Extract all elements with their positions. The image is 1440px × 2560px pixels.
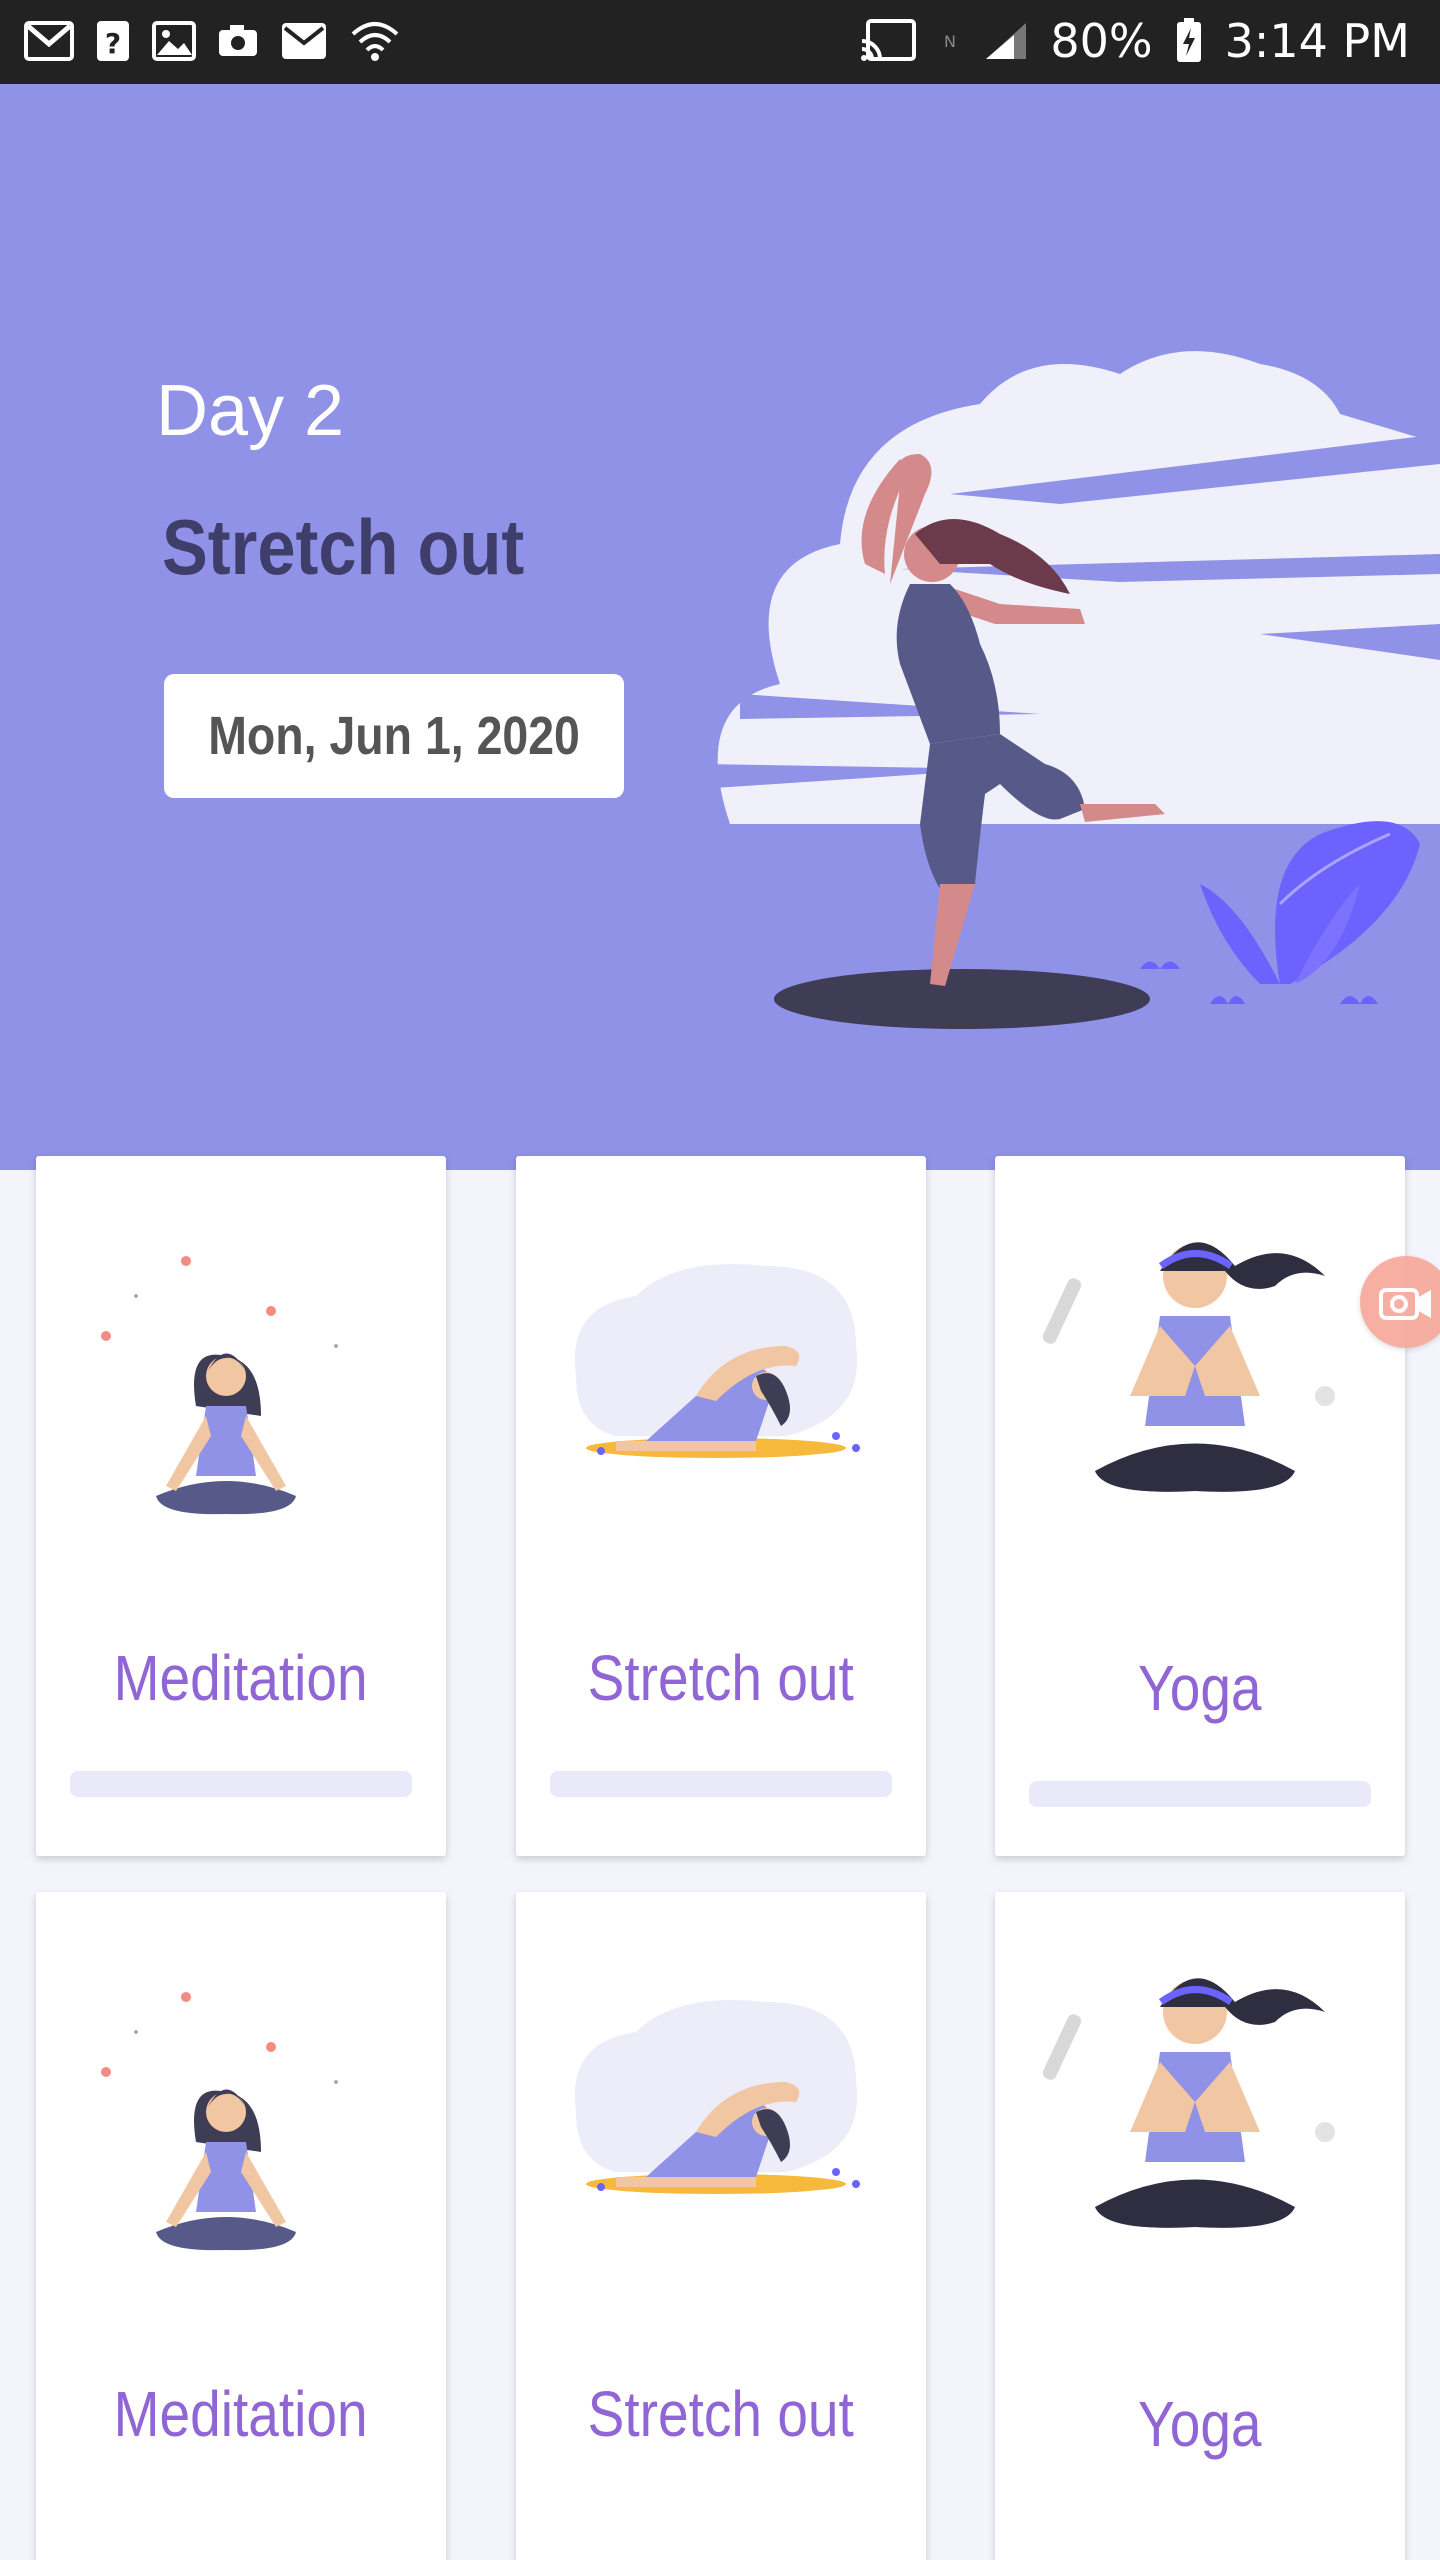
status-bar: ? N 80% 3:14 PM xyxy=(0,0,1440,84)
clock: 3:14 PM xyxy=(1224,14,1410,68)
image-icon xyxy=(152,21,196,61)
progress-bar xyxy=(70,1771,412,1797)
stretch-illustration xyxy=(574,1264,860,1458)
svg-text:?: ? xyxy=(105,27,121,60)
svg-text:N: N xyxy=(944,32,956,51)
activity-card-stretch[interactable]: Stretch out xyxy=(516,1156,926,1856)
camera-icon xyxy=(219,25,257,56)
card-title: Meditation xyxy=(114,1642,368,1714)
card-title: Stretch out xyxy=(587,1642,855,1714)
meditation-illustration xyxy=(101,1256,338,1515)
card-title: Meditation xyxy=(114,2378,368,2450)
screen-record-camera-icon xyxy=(1379,1288,1431,1320)
battery-percent: 80% xyxy=(1050,14,1153,68)
mail-icon xyxy=(282,23,326,59)
yoga-illustration xyxy=(1042,1242,1335,1492)
dancing-woman-illustration xyxy=(700,351,1440,1029)
gmail-icon xyxy=(24,21,74,61)
activity-card-yoga[interactable]: Yoga xyxy=(995,1156,1405,1856)
day-label: Day 2 xyxy=(156,371,345,451)
activity-card-meditation[interactable]: Meditation xyxy=(36,1892,446,2560)
activity-card-meditation[interactable]: Meditation xyxy=(36,1156,446,1856)
card-title: Yoga xyxy=(1138,2388,1262,2460)
wifi-icon xyxy=(351,22,399,61)
card-title: Stretch out xyxy=(587,2378,855,2450)
progress-bar xyxy=(1029,1781,1371,1807)
activity-card-yoga[interactable]: Yoga xyxy=(995,1892,1405,2560)
activity-card-stretch[interactable]: Stretch out xyxy=(516,1892,926,2560)
notification-icons: ? xyxy=(24,20,400,62)
yoga-illustration xyxy=(1042,1978,1335,2228)
nfc-icon: N xyxy=(944,32,956,51)
system-indicators: N 80% 3:14 PM xyxy=(860,14,1410,68)
progress-bar xyxy=(550,1771,892,1797)
page-title: Stretch out xyxy=(162,503,525,591)
stretch-illustration xyxy=(574,2000,860,2194)
signal-icon xyxy=(986,23,1027,59)
card-title: Yoga xyxy=(1138,1652,1262,1724)
help-icon: ? xyxy=(97,21,129,61)
cast-icon xyxy=(861,19,917,61)
hero-header: Day 2 Stretch out Mon, Jun 1, 2020 xyxy=(0,84,1440,1170)
date-chip[interactable]: Mon, Jun 1, 2020 xyxy=(164,674,624,798)
meditation-illustration xyxy=(101,1992,338,2251)
battery-charging-icon xyxy=(1176,18,1201,62)
date-text: Mon, Jun 1, 2020 xyxy=(208,706,580,766)
